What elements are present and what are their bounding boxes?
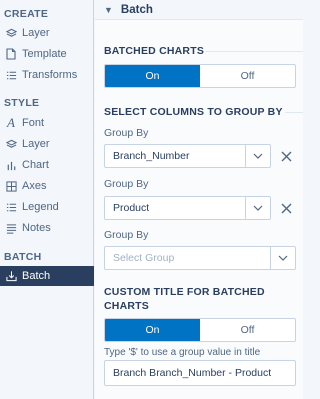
group-by-select-3[interactable]: Select Group — [104, 246, 296, 270]
select-value: Branch_Number — [113, 150, 190, 162]
sidebar: CREATE Layer Template Transforms STYLE A… — [0, 0, 94, 399]
batched-charts-on-button[interactable]: On — [105, 65, 200, 87]
sidebar-item-chart[interactable]: Chart — [0, 155, 93, 175]
close-icon — [281, 203, 291, 213]
section-title-style: STYLE — [4, 97, 40, 109]
select-value: Product — [113, 202, 150, 214]
sidebar-item-label: Notes — [22, 222, 51, 234]
close-icon — [281, 151, 291, 161]
layers-icon — [4, 137, 18, 151]
custom-title-off-button[interactable]: Off — [200, 319, 295, 341]
layers-icon — [4, 26, 18, 40]
section-title-batch: BATCH — [4, 251, 42, 263]
remove-group-button-1[interactable] — [278, 148, 294, 164]
batched-charts-toggle: On Off — [104, 64, 296, 88]
chevron-down-icon — [245, 145, 270, 167]
chart-icon — [4, 158, 18, 172]
chevron-down-icon: ▼ — [104, 4, 113, 15]
group-by-select-2[interactable]: Product — [104, 196, 271, 220]
sidebar-item-label: Chart — [22, 159, 49, 171]
custom-title-on-button[interactable]: On — [105, 319, 200, 341]
select-placeholder: Select Group — [113, 252, 175, 264]
custom-title-heading-line1: CUSTOM TITLE FOR BATCHED — [104, 286, 265, 298]
custom-title-toggle: On Off — [104, 318, 296, 342]
group-by-label: Group By — [104, 127, 149, 139]
sidebar-item-label: Transforms — [22, 69, 78, 81]
sidebar-item-label: Legend — [22, 201, 59, 213]
transforms-icon — [4, 68, 18, 82]
notes-icon — [4, 221, 18, 235]
axes-icon — [4, 179, 18, 193]
sidebar-item-axes[interactable]: Axes — [0, 176, 93, 196]
batched-charts-title: BATCHED CHARTS — [104, 45, 205, 57]
divider — [285, 112, 303, 113]
template-icon — [4, 47, 18, 61]
legend-icon — [4, 200, 18, 214]
sidebar-item-batch[interactable]: Batch — [0, 266, 94, 286]
batch-icon — [4, 269, 18, 283]
remove-group-button-2[interactable] — [278, 200, 294, 216]
custom-title-hint: Type '$' to use a group value in title — [104, 347, 261, 358]
sidebar-item-notes[interactable]: Notes — [0, 218, 93, 238]
sidebar-item-label: Layer — [22, 27, 50, 39]
sidebar-item-style-layer[interactable]: Layer — [0, 134, 93, 154]
font-icon: A — [7, 115, 15, 130]
custom-title-heading-line2: CHARTS — [104, 300, 149, 312]
sidebar-item-label: Axes — [22, 180, 47, 192]
section-title-create: CREATE — [4, 8, 49, 20]
sidebar-item-label: Batch — [22, 270, 51, 282]
sidebar-item-label: Font — [22, 117, 45, 129]
sidebar-item-template[interactable]: Template — [0, 44, 93, 64]
panel-body: BATCHED CHARTS On Off SELECT COLUMNS TO … — [95, 20, 303, 399]
sidebar-item-transforms[interactable]: Transforms — [0, 65, 93, 85]
panel-header[interactable]: ▼ Batch — [95, 0, 303, 20]
chevron-down-icon — [245, 197, 270, 219]
group-by-label: Group By — [104, 178, 149, 190]
batch-panel: ▼ Batch BATCHED CHARTS On Off SELECT COL… — [95, 0, 303, 399]
sidebar-item-label: Template — [22, 48, 67, 60]
sidebar-item-label: Layer — [22, 138, 50, 150]
sidebar-item-font[interactable]: A Font — [0, 113, 93, 133]
divider — [205, 51, 303, 52]
group-by-label: Group By — [104, 229, 149, 241]
chevron-down-icon — [270, 247, 295, 269]
group-columns-title: SELECT COLUMNS TO GROUP BY — [104, 106, 283, 118]
sidebar-item-create-layer[interactable]: Layer — [0, 23, 93, 43]
group-by-select-1[interactable]: Branch_Number — [104, 144, 271, 168]
panel-title: Batch — [120, 3, 153, 16]
custom-title-input[interactable] — [104, 360, 296, 386]
batched-charts-off-button[interactable]: Off — [200, 65, 295, 87]
sidebar-item-legend[interactable]: Legend — [0, 197, 93, 217]
